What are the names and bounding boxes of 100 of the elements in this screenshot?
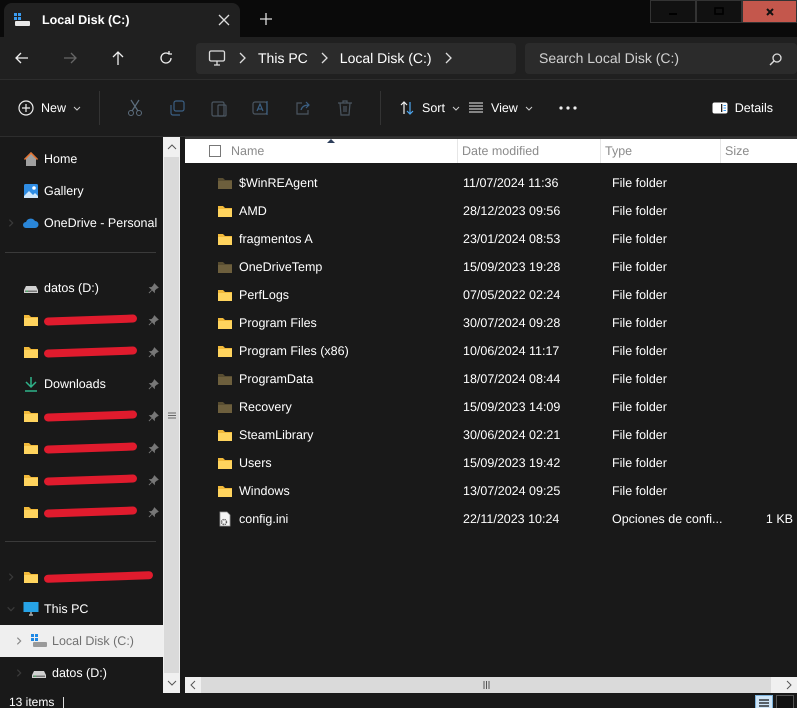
- sidebar-label: Home: [44, 152, 78, 166]
- delete-icon[interactable]: [336, 99, 354, 117]
- pin-icon[interactable]: [148, 314, 159, 326]
- pin-icon[interactable]: [148, 378, 159, 390]
- file-name[interactable]: Program Files: [239, 316, 317, 330]
- caret-icon: [73, 106, 82, 110]
- file-name[interactable]: Program Files (x86): [239, 344, 349, 358]
- refresh-icon[interactable]: [158, 50, 174, 66]
- grip-icon[interactable]: [482, 681, 490, 689]
- file-name[interactable]: AMD: [239, 204, 267, 218]
- breadcrumb-item[interactable]: Local Disk (C:): [340, 50, 432, 66]
- pin-icon[interactable]: [148, 410, 159, 422]
- share-icon[interactable]: [294, 99, 312, 117]
- new-tab-icon[interactable]: [260, 13, 272, 25]
- pin-icon[interactable]: [148, 474, 159, 486]
- pin-icon[interactable]: [148, 506, 159, 518]
- file-name[interactable]: Recovery: [239, 400, 292, 414]
- pin-icon[interactable]: [148, 442, 159, 454]
- sidebar-item[interactable]: datos (D:): [0, 272, 163, 304]
- folder-icon: [23, 504, 39, 520]
- caret-icon: [524, 106, 533, 110]
- scrollbar[interactable]: [163, 137, 180, 693]
- download-icon: [23, 376, 39, 392]
- close-button[interactable]: [742, 0, 797, 23]
- details-view-button[interactable]: [755, 695, 773, 708]
- select-all-checkbox[interactable]: [209, 145, 221, 157]
- sidebar-item[interactable]: Home: [0, 143, 163, 175]
- file-name[interactable]: config.ini: [239, 512, 288, 526]
- sidebar-label: datos (D:): [44, 281, 100, 295]
- pin-icon[interactable]: [148, 346, 159, 358]
- chevron-icon[interactable]: [444, 52, 452, 64]
- pin-icon[interactable]: [148, 282, 159, 294]
- scroll-up-icon[interactable]: [166, 144, 176, 150]
- monitor-icon: [208, 49, 226, 67]
- type-cell: File folder: [612, 176, 667, 190]
- file-name[interactable]: fragmentos A: [239, 232, 313, 246]
- new-button[interactable]: New: [14, 94, 86, 122]
- sidebar-label: Gallery: [44, 184, 85, 198]
- sidebar-item[interactable]: OneDrive - Personal: [0, 207, 163, 239]
- rename-icon[interactable]: [252, 99, 270, 117]
- breadcrumb-item[interactable]: This PC: [258, 50, 308, 66]
- file-name[interactable]: OneDriveTemp: [239, 260, 322, 274]
- file-name[interactable]: $WinREAgent: [239, 176, 318, 190]
- date-cell: 23/01/2024 08:53: [463, 232, 560, 246]
- date-cell: 30/06/2024 02:21: [463, 428, 560, 442]
- file-name[interactable]: Users: [239, 456, 272, 470]
- window-tab[interactable]: Local Disk (C:): [4, 3, 240, 37]
- view-button[interactable]: View: [464, 94, 537, 122]
- cut-icon[interactable]: [126, 99, 144, 117]
- type-cell: File folder: [612, 400, 667, 414]
- details-button[interactable]: Details: [708, 94, 777, 122]
- folder-icon: [23, 312, 39, 328]
- date-cell: 30/07/2024 09:28: [463, 316, 560, 330]
- size-cell: 1 KB: [766, 512, 793, 526]
- file-name[interactable]: PerfLogs: [239, 288, 290, 302]
- folder-icon: [23, 472, 39, 488]
- copy-icon[interactable]: [168, 99, 186, 117]
- type-cell: File folder: [612, 456, 667, 470]
- tiles-view-button[interactable]: [776, 695, 794, 708]
- forward-icon[interactable]: [62, 50, 78, 66]
- caret-icon: [452, 106, 460, 110]
- sidebar-item[interactable]: Gallery: [0, 175, 163, 207]
- sidebar-item[interactable]: datos (D:): [0, 657, 163, 689]
- search-icon[interactable]: [769, 52, 783, 66]
- sidebar-label: Local Disk (C:): [52, 634, 135, 648]
- date-cell: 15/09/2023 19:42: [463, 456, 560, 470]
- sidebar-item[interactable]: Downloads: [0, 368, 163, 400]
- monitor-icon: [23, 601, 39, 617]
- grip-icon[interactable]: [168, 412, 176, 418]
- sidebar-item[interactable]: Local Disk (C:): [0, 625, 163, 657]
- file-name[interactable]: SteamLibrary: [239, 428, 314, 442]
- scroll-right-icon[interactable]: [786, 680, 792, 690]
- date-cell: 18/07/2024 08:44: [463, 372, 560, 386]
- file-name[interactable]: Windows: [239, 484, 290, 498]
- type-cell: File folder: [612, 372, 667, 386]
- sidebar-item[interactable]: This PC: [0, 593, 163, 625]
- item-count: 13 items: [9, 696, 54, 708]
- folder-icon: [23, 440, 39, 456]
- search-field[interactable]: Search Local Disk (C:): [525, 42, 797, 74]
- type-cell: File folder: [612, 204, 667, 218]
- sort-button[interactable]: Sort: [395, 94, 464, 122]
- more-icon[interactable]: [558, 106, 577, 110]
- date-cell: 11/07/2024 11:36: [463, 176, 558, 190]
- back-icon[interactable]: [14, 50, 30, 66]
- up-icon[interactable]: [110, 50, 126, 66]
- gallery-icon: [23, 183, 39, 199]
- chevron-icon[interactable]: [238, 52, 246, 64]
- plus-circle-icon: [18, 100, 34, 116]
- file-name[interactable]: ProgramData: [239, 372, 314, 386]
- scrollbar[interactable]: [185, 677, 797, 693]
- sidebar-label: OneDrive - Personal: [44, 216, 158, 230]
- address-bar[interactable]: This PC Local Disk (C:): [196, 42, 516, 74]
- close-icon[interactable]: [218, 14, 230, 26]
- scroll-down-icon[interactable]: [166, 680, 176, 686]
- folder-icon: [23, 569, 39, 585]
- type-cell: File folder: [612, 288, 667, 302]
- scroll-left-icon[interactable]: [190, 680, 196, 690]
- chevron-icon[interactable]: [320, 52, 328, 64]
- home-icon: [23, 151, 39, 167]
- paste-icon[interactable]: [210, 99, 228, 117]
